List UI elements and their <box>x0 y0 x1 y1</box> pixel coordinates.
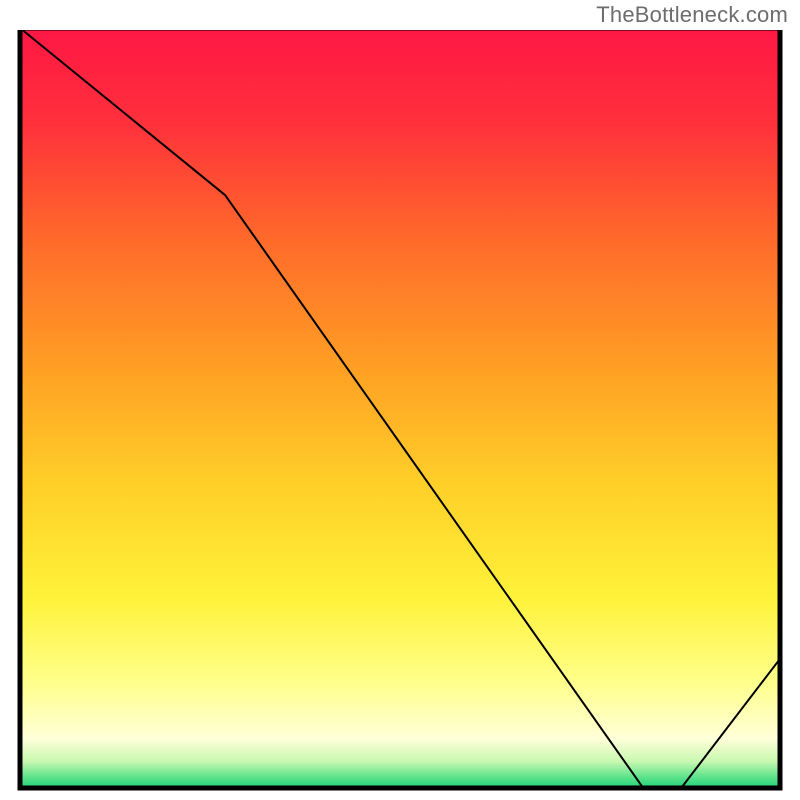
chart-frame: TheBottleneck.com <box>0 0 800 800</box>
plot-background <box>20 28 780 788</box>
top-edge-mask <box>16 22 784 30</box>
plot-group <box>16 22 784 788</box>
chart-svg <box>0 0 800 800</box>
